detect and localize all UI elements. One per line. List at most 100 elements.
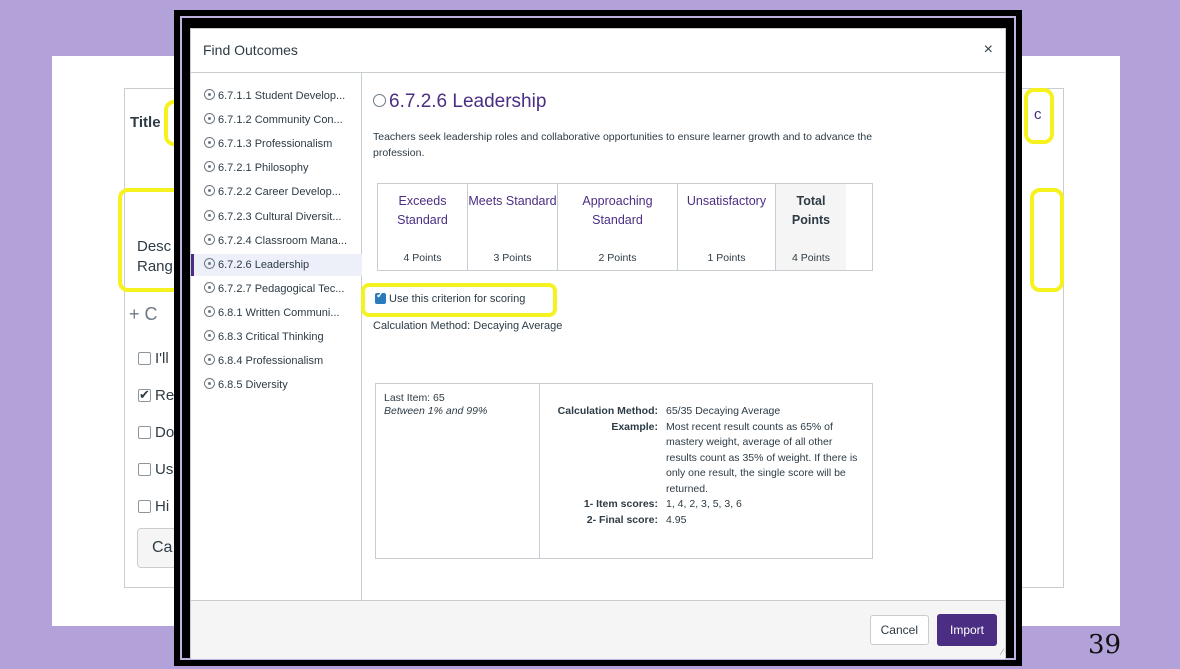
- outcome-icon: [204, 185, 215, 197]
- outcome-icon: [204, 113, 215, 125]
- outcomes-sidebar: 6.7.1.1 Student Develop... 6.7.1.2 Commun…: [191, 73, 362, 600]
- bg-checkbox-label: Hi: [155, 498, 170, 515]
- rubric-rating: Total Points 4 Points: [776, 184, 846, 270]
- sidebar-item-label: 6.7.2.3 Cultural Diversit...: [218, 210, 342, 223]
- rubric-rating-points: 2 Points: [598, 252, 637, 264]
- outcome-icon: [204, 330, 215, 341]
- final-score-value: 4.95: [666, 513, 687, 526]
- use-criterion-label: Use this criterion for scoring: [389, 293, 526, 305]
- sidebar-item-label: 6.7.2.6 Leadership: [218, 258, 310, 271]
- bg-highlight-description-right: [1030, 188, 1064, 292]
- sidebar-item[interactable]: 6.7.2.1 Philosophy: [191, 157, 362, 179]
- bg-checkbox: [138, 463, 151, 476]
- calculation-details: Calculation Method: 65/35 Decaying Averag…: [540, 384, 874, 528]
- use-criterion-checkbox[interactable]: [375, 290, 386, 304]
- sidebar-item[interactable]: 6.7.2.2 Career Develop...: [191, 181, 362, 203]
- sidebar-item[interactable]: 6.7.1.1 Student Develop...: [191, 85, 362, 107]
- outcome-icon: [204, 209, 215, 221]
- bg-add-fragment: + C: [129, 304, 158, 324]
- bg-checkbox: [138, 500, 151, 513]
- rubric-rating-label: Meets Standard: [468, 194, 557, 208]
- sidebar-item[interactable]: 6.8.5 Diversity: [191, 374, 362, 396]
- item-scores-key: 1- Item scores:: [583, 498, 658, 510]
- close-icon[interactable]: ×: [984, 41, 993, 59]
- bg-title-label: Title: [130, 114, 161, 131]
- calculation-box: Last Item: 65 Between 1% and 99% Calcula…: [375, 383, 873, 559]
- outcome-icon: [204, 378, 215, 390]
- use-criterion-row[interactable]: Use this criterion for scoring: [375, 290, 526, 305]
- rubric-rating-points: 3 Points: [493, 252, 532, 264]
- rubric-rating: Unsatisfactory 1 Points: [678, 184, 776, 270]
- outcome-description: Teachers seek leadership roles and colla…: [373, 131, 873, 159]
- modal-frame: Find Outcomes × 6.7.1.1 Student Develop.…: [174, 10, 1022, 666]
- last-item: Last Item: 65: [384, 392, 445, 404]
- sidebar-item-label: 6.7.2.4 Classroom Mana...: [218, 234, 348, 247]
- bg-checkbox: [138, 426, 151, 439]
- sidebar-item-label: 6.8.3 Critical Thinking: [218, 331, 324, 343]
- outcome-icon: [204, 305, 215, 317]
- rubric-rating: Meets Standard 3 Points: [468, 184, 558, 270]
- calculation-method-line: Calculation Method: Decaying Average: [373, 320, 563, 332]
- sidebar-item-label: 6.7.1.1 Student Develop...: [218, 90, 346, 102]
- bg-checkbox: [138, 387, 151, 403]
- dialog-header: Find Outcomes ×: [191, 29, 1005, 73]
- dialog-footer: Cancel Import ∕: [191, 600, 1005, 659]
- sidebar-item[interactable]: 6.7.2.6 Leadership: [191, 253, 362, 276]
- find-outcomes-dialog: Find Outcomes × 6.7.1.1 Student Develop.…: [190, 28, 1006, 659]
- rubric-rating-label: Total Points: [791, 194, 831, 227]
- sidebar-item-label: 6.8.4 Professionalism: [218, 355, 324, 368]
- sidebar-item[interactable]: 6.8.4 Professionalism: [191, 350, 362, 372]
- sidebar-item-label: 6.7.1.2 Community Con...: [218, 114, 343, 127]
- sidebar-item[interactable]: 6.7.2.4 Classroom Mana...: [191, 230, 362, 252]
- outcome-icon: [204, 89, 215, 100]
- sidebar-item-label: 6.7.2.7 Pedagogical Tec...: [218, 282, 345, 295]
- calculation-input: Last Item: 65 Between 1% and 99%: [376, 384, 540, 558]
- calc-method-value: 65/35 Decaying Average: [666, 405, 781, 417]
- bg-checkbox-label: Re: [155, 387, 175, 404]
- sidebar-item[interactable]: 6.7.2.3 Cultural Diversit...: [191, 206, 362, 228]
- resize-grip-icon[interactable]: ∕: [1001, 647, 1003, 657]
- sidebar-item[interactable]: 6.7.1.2 Community Con...: [191, 109, 362, 131]
- outcome-icon: [204, 161, 215, 173]
- bg-checkbox-label: I'll: [155, 350, 169, 367]
- sidebar-item-label: 6.8.1 Written Communi...: [218, 306, 340, 319]
- sidebar-item[interactable]: 6.8.1 Written Communi...: [191, 302, 362, 324]
- rubric-table: Exceeds Standard 4 Points Meets Standard 3 …: [377, 183, 873, 271]
- rubric-rating-label: Exceeds Standard: [397, 194, 448, 227]
- rubric-rating-points: 4 Points: [792, 252, 830, 264]
- outcome-icon: [204, 233, 215, 245]
- rubric-rating-points: 1 Points: [707, 252, 746, 264]
- import-button[interactable]: Import: [937, 614, 997, 646]
- rubric-rating-points: 4 Points: [403, 252, 442, 264]
- bg-checkbox-label: Do: [155, 424, 175, 441]
- sidebar-item-label: 6.7.1.3 Professionalism: [218, 138, 333, 151]
- rubric-rating-label: Approaching Standard: [582, 194, 653, 227]
- sidebar-item-label: 6.7.2.2 Career Develop...: [218, 186, 341, 199]
- bg-desc-fragment: Desc: [137, 238, 172, 255]
- example-value: Most recent result counts as 65% of mast…: [666, 420, 858, 495]
- bg-range-fragment: Rang: [137, 258, 173, 275]
- outcome-icon: [204, 257, 215, 269]
- calc-method-key: Calculation Method:: [557, 405, 658, 417]
- sidebar-item-label: 6.8.5 Diversity: [218, 379, 288, 392]
- final-score-key: 2- Final score:: [586, 513, 658, 526]
- between-hint: Between 1% and 99%: [384, 405, 488, 417]
- sidebar-item-label: 6.7.2.1 Philosophy: [218, 162, 309, 175]
- sidebar-item[interactable]: 6.7.1.3 Professionalism: [191, 133, 362, 155]
- slide-number: 39: [1088, 630, 1122, 660]
- outcome-icon: [204, 137, 215, 149]
- item-scores-value: 1, 4, 2, 3, 5, 3, 6: [666, 498, 742, 510]
- dialog-title: Find Outcomes: [203, 42, 298, 58]
- outcome-icon: [204, 281, 215, 293]
- bg-checkbox-label: Us: [155, 461, 174, 478]
- rubric-rating: Approaching Standard 2 Points: [558, 184, 678, 270]
- outcome-icon: [204, 354, 215, 366]
- sidebar-item[interactable]: 6.7.2.7 Pedagogical Tec...: [191, 278, 362, 300]
- sidebar-item[interactable]: 6.8.3 Critical Thinking: [191, 326, 362, 348]
- outcome-icon: [373, 94, 386, 107]
- outcome-title-text: 6.7.2.6 Leadership: [389, 91, 547, 112]
- bg-right-fragment: c: [1034, 106, 1042, 123]
- cancel-button[interactable]: Cancel: [869, 615, 929, 645]
- bg-checkbox: [138, 352, 151, 365]
- rubric-rating-label: Unsatisfactory: [686, 194, 767, 208]
